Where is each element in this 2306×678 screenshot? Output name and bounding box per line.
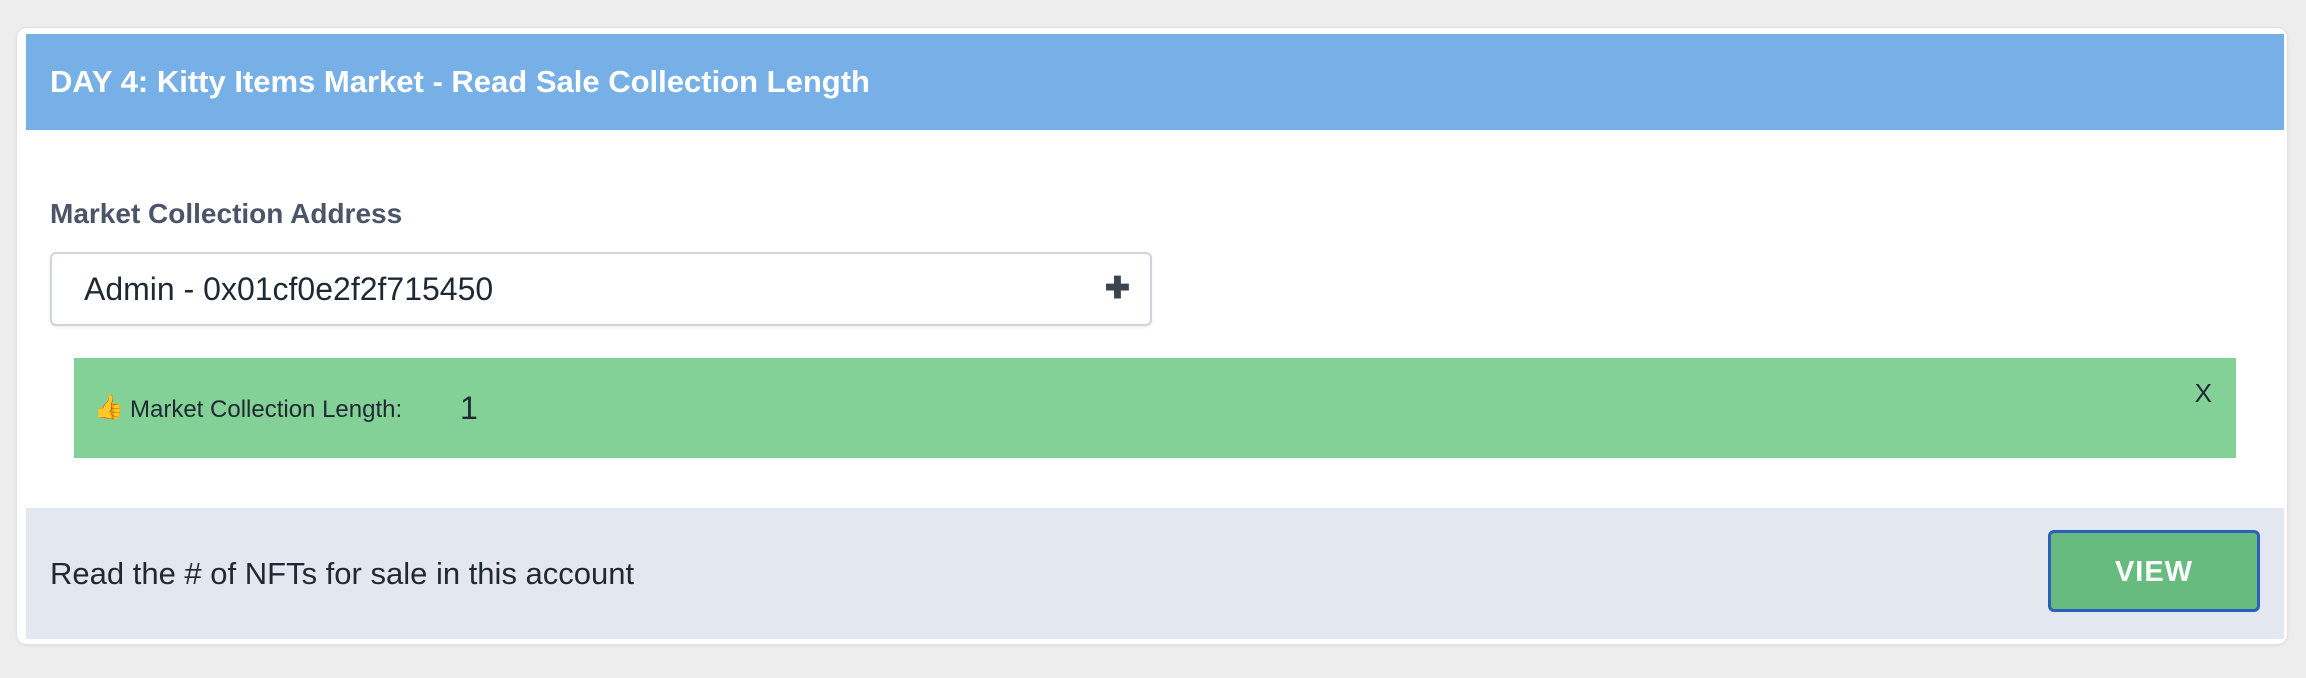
market-collection-address-label: Market Collection Address xyxy=(50,198,403,229)
selected-account-value: Admin - 0x01cf0e2f2f715450 xyxy=(84,271,494,307)
script-description: Read the # of NFTs for sale in this acco… xyxy=(50,556,635,591)
script-card: DAY 4: Kitty Items Market - Read Sale Co… xyxy=(17,28,2287,644)
card-title: DAY 4: Kitty Items Market - Read Sale Co… xyxy=(50,64,870,99)
card-content: DAY 4: Kitty Items Market - Read Sale Co… xyxy=(26,34,2284,639)
card-footer: Read the # of NFTs for sale in this acco… xyxy=(26,508,2284,639)
plus-icon: ✚ xyxy=(1104,272,1130,305)
card-header: DAY 4: Kitty Items Market - Read Sale Co… xyxy=(26,34,2284,130)
result-value: 1 xyxy=(460,390,478,426)
result-label: Market Collection Length: xyxy=(130,396,403,423)
thumbs-up-icon: 👍 xyxy=(94,394,124,421)
result-alert: 👍 Market Collection Length: 1 X xyxy=(74,358,2236,458)
market-collection-address-select[interactable]: Admin - 0x01cf0e2f2f715450 ✚ xyxy=(50,252,1152,326)
close-alert-button[interactable]: X xyxy=(2195,378,2212,409)
view-button[interactable]: VIEW xyxy=(2048,530,2260,612)
